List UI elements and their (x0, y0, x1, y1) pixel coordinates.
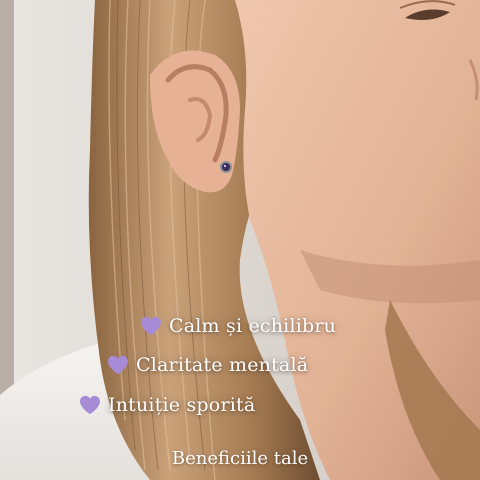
benefit-label: Claritate mentală (136, 354, 309, 376)
benefit-intuition: Intuiție sporită (79, 394, 255, 416)
purple-heart-icon (108, 355, 128, 375)
purple-heart-icon (141, 316, 161, 336)
benefit-clarity: Claritate mentală (107, 354, 308, 376)
benefit-label: Intuiție sporită (108, 394, 256, 416)
benefit-label: Calm și echilibru (169, 315, 337, 337)
purple-heart-icon (80, 395, 100, 415)
photo-scene: Calm și echilibru Claritate mentală Intu… (0, 0, 480, 480)
benefit-calm: Calm și echilibru (140, 315, 336, 337)
caption-title: Beneficiile tale (171, 448, 309, 469)
benefits-overlay: Calm și echilibru Claritate mentală Intu… (0, 0, 480, 480)
